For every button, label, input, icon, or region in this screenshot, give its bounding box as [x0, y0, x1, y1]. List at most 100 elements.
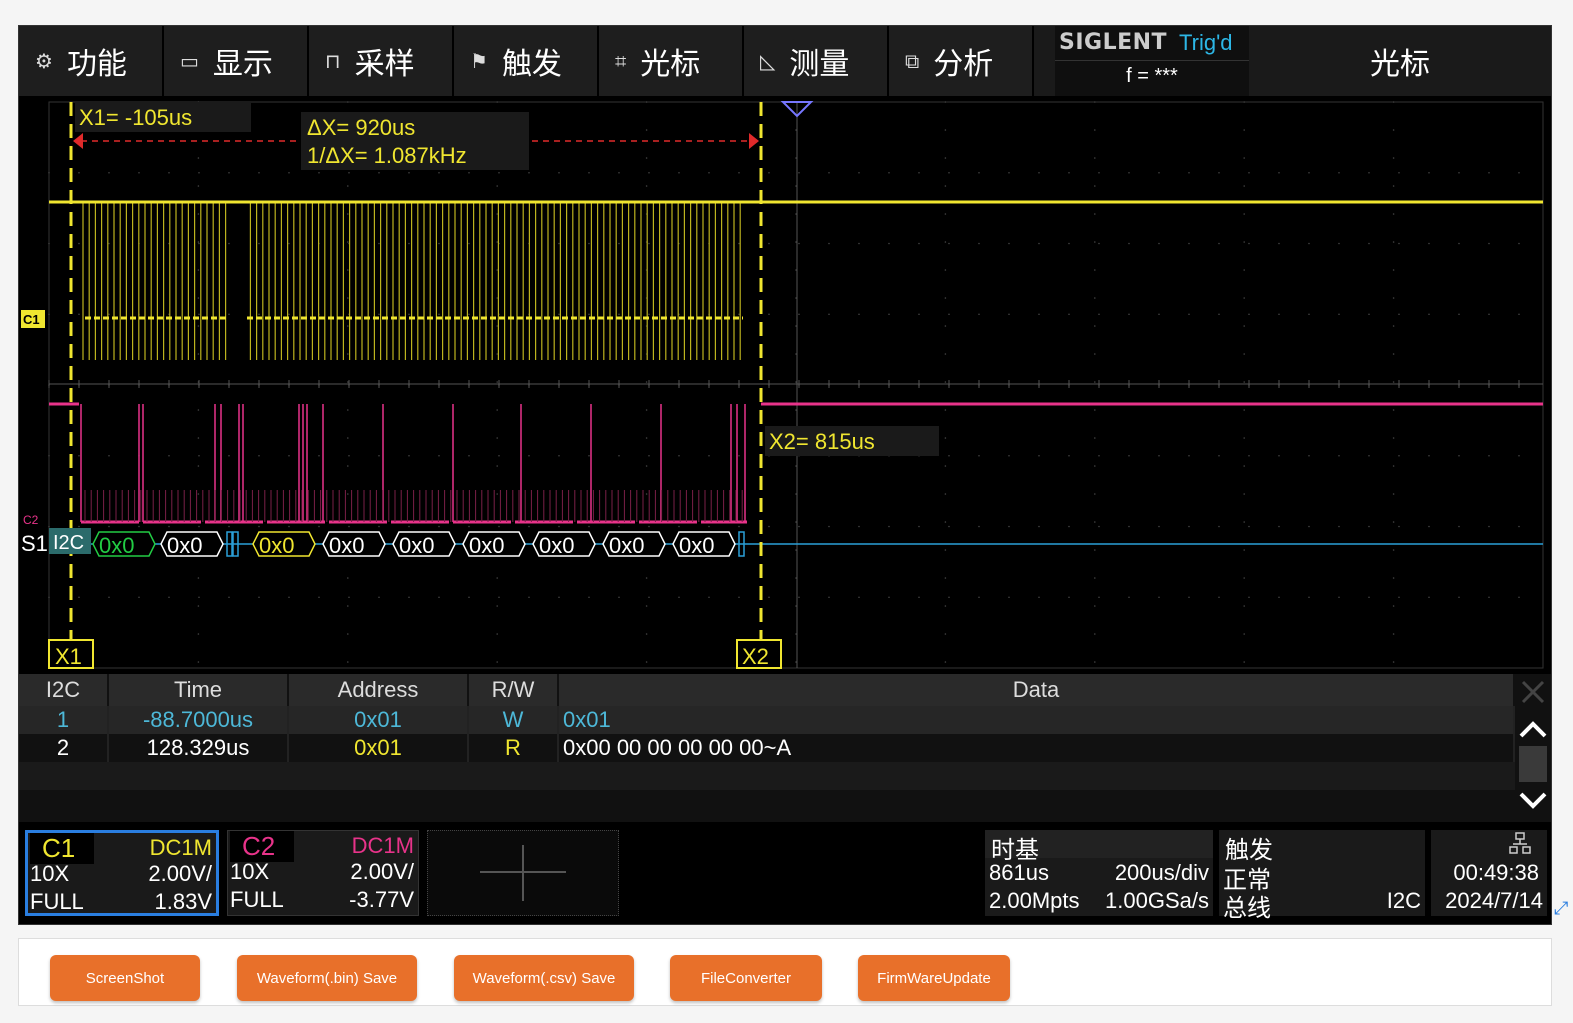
- menu-function[interactable]: ⚙ 功能: [19, 26, 164, 96]
- waveform-csv-save-button[interactable]: Waveform(.csv) Save: [454, 955, 634, 1001]
- table-row[interactable]: 1 -88.7000us 0x01 W 0x01: [19, 706, 1515, 734]
- cursor-x1-readout: X1= -105us: [79, 105, 192, 130]
- network-icon: [1509, 832, 1531, 854]
- c2-probe: 10X: [230, 859, 270, 884]
- screenshot-button[interactable]: ScreenShot: [50, 955, 200, 1001]
- x1-marker: X1: [55, 644, 82, 669]
- timebase-delay: 861us: [989, 860, 1049, 885]
- bus-frame-value: 0x0: [259, 533, 294, 558]
- sample-rate: 1.00GSa/s: [1105, 888, 1209, 913]
- timebase-scale: 200us/div: [1114, 860, 1209, 885]
- menu-analysis[interactable]: ⧉ 分析: [889, 26, 1034, 96]
- trigger-type: 总线: [1223, 895, 1271, 922]
- bus-frame-value: 0x0: [167, 533, 202, 558]
- c1-name: C1: [30, 833, 94, 864]
- brand-logo: SIGLENT: [1059, 30, 1168, 55]
- bus-frame-value: 0x0: [539, 533, 574, 558]
- menu-label: 采样: [354, 48, 415, 81]
- scroll-thumb[interactable]: [1519, 746, 1547, 782]
- trigger-status: Trig'd: [1179, 30, 1233, 55]
- oscilloscope-window: ⚙ 功能 ▭ 显示 ⊓ 采样 ⚑ 触发 ⌗ 光标 ◺ 测量 ⧉ 分析 SIGLE…: [18, 25, 1552, 925]
- menu-label: 光标: [640, 48, 701, 81]
- table-row: [19, 762, 1515, 790]
- cell-address: 0x01: [289, 706, 469, 734]
- timebase-box[interactable]: 时基 861us 200us/div 2.00Mpts 1.00GSa/s: [985, 830, 1213, 916]
- analysis-icon: ⧉: [905, 49, 920, 73]
- menu-label: 显示: [212, 48, 273, 81]
- clock-box: 00:49:38 2024/7/14: [1431, 830, 1547, 916]
- bus-tag[interactable]: S1: [21, 531, 48, 556]
- menu-trigger[interactable]: ⚑ 触发: [454, 26, 599, 96]
- monitor-icon: ▭: [180, 49, 199, 73]
- x2-marker: X2: [742, 644, 769, 669]
- menu-measure[interactable]: ◺ 测量: [744, 26, 889, 96]
- menu-label: 分析: [933, 48, 994, 81]
- bus-protocol-tag: I2C: [53, 532, 84, 554]
- expand-icon[interactable]: ⤢: [1554, 898, 1568, 919]
- cursor-grid-icon: ⌗: [615, 49, 627, 73]
- ruler-icon: ◺: [760, 49, 776, 73]
- menu-label: 测量: [789, 48, 850, 81]
- menu-acquire[interactable]: ⊓ 采样: [309, 26, 454, 96]
- action-button-bar: ScreenShot Waveform(.bin) Save Waveform(…: [18, 938, 1552, 1006]
- close-icon[interactable]: [1521, 680, 1545, 704]
- c1-level-tag[interactable]: C1: [23, 312, 40, 327]
- panel-title[interactable]: 光标: [1249, 26, 1551, 96]
- c1-settings-box[interactable]: C1 DC1M 10X 2.00V/ FULL 1.83V: [25, 830, 219, 916]
- table-row: [19, 790, 1515, 818]
- c2-name: C2: [230, 831, 294, 862]
- trigger-source: I2C: [1386, 888, 1421, 913]
- cursor-x2-readout: X2= 815us: [769, 429, 875, 454]
- file-converter-button[interactable]: FileConverter: [670, 955, 822, 1001]
- chevron-up-icon[interactable]: [1519, 721, 1547, 738]
- table-row[interactable]: 2 128.329us 0x01 R 0x00 00 00 00 00 00~A: [19, 734, 1515, 762]
- menu-cursors[interactable]: ⌗ 光标: [599, 26, 744, 96]
- inverse-delta-x-readout: 1/ΔX= 1.087kHz: [307, 143, 467, 168]
- bus-frame-value: 0x0: [329, 533, 364, 558]
- cell-address: 0x01: [289, 734, 469, 762]
- bus-frame-value: 0x0: [609, 533, 644, 558]
- bus-frame-value: 0x0: [469, 533, 504, 558]
- c2-settings-box[interactable]: C2 DC1M 10X 2.00V/ FULL -3.77V: [227, 830, 419, 916]
- cell-index: 1: [19, 706, 109, 734]
- c1-bandwidth: FULL: [30, 889, 84, 914]
- menu-label: 功能: [66, 48, 127, 81]
- brand-status: SIGLENT Trig'd f = ***: [1055, 26, 1249, 96]
- bus-frame-value: 0x0: [679, 533, 714, 558]
- add-channel-button[interactable]: [427, 830, 619, 916]
- column-header-i2c: I2C: [19, 674, 109, 706]
- column-header-address: Address: [289, 674, 469, 706]
- c2-coupling: DC1M: [351, 833, 414, 858]
- cell-time: 128.329us: [109, 734, 289, 762]
- status-bar: C1 DC1M 10X 2.00V/ FULL 1.83V C2 DC1M 10…: [19, 824, 1551, 924]
- menu-label: 触发: [501, 48, 562, 81]
- c1-offset: 1.83V: [154, 889, 213, 914]
- cell-index: 2: [19, 734, 109, 762]
- table-scrollbar[interactable]: [1515, 674, 1551, 822]
- menu-bar: ⚙ 功能 ▭ 显示 ⊓ 采样 ⚑ 触发 ⌗ 光标 ◺ 测量 ⧉ 分析 SIGLE…: [19, 26, 1551, 96]
- c1-probe: 10X: [30, 861, 70, 886]
- clock-time: 00:49:38: [1453, 860, 1539, 885]
- bus-frames: 0x0 0x0 0x0 0x0 0x0 0x0 0x0 0x0 0x0: [92, 531, 745, 558]
- waveform-display[interactable]: 0x0 0x0 0x0 0x0 0x0 0x0 0x0 0x0 0x0 X1= -105us Δ…: [21, 98, 1547, 672]
- menu-display[interactable]: ▭ 显示: [164, 26, 309, 96]
- cell-rw: R: [469, 734, 559, 762]
- bus-frame-value: 0x0: [399, 533, 434, 558]
- c1-coupling: DC1M: [149, 835, 212, 860]
- delta-x-readout: ΔX= 920us: [307, 115, 415, 140]
- trigger-box[interactable]: 触发 正常 总线 I2C: [1219, 830, 1425, 922]
- c2-scale: 2.00V/: [350, 859, 414, 884]
- c2-bandwidth: FULL: [230, 887, 284, 912]
- memory-depth: 2.00Mpts: [989, 888, 1080, 913]
- cell-data: 0x01: [559, 706, 1515, 734]
- flag-icon: ⚑: [470, 49, 488, 73]
- cell-time: -88.7000us: [109, 706, 289, 734]
- chevron-down-icon[interactable]: [1519, 792, 1547, 809]
- waveform-bin-save-button[interactable]: Waveform(.bin) Save: [237, 955, 417, 1001]
- sample-icon: ⊓: [325, 49, 341, 73]
- c2-level-tag[interactable]: C2: [23, 513, 39, 527]
- plus-icon-vertical: [522, 845, 524, 901]
- gear-icon: ⚙: [35, 49, 53, 73]
- firmware-update-button[interactable]: FirmWareUpdate: [858, 955, 1010, 1001]
- cell-data: 0x00 00 00 00 00 00~A: [559, 734, 1515, 762]
